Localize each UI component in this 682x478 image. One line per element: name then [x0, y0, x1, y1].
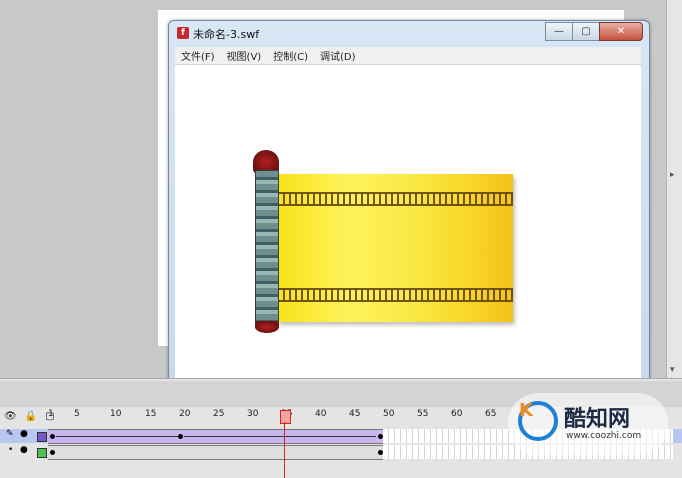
playhead-line: [284, 422, 285, 478]
frame-number: 25: [213, 409, 225, 419]
flash-player-icon: f: [177, 27, 189, 39]
scroll-down-icon[interactable]: ▾: [670, 365, 675, 375]
menu-view[interactable]: 视图(V): [227, 48, 262, 63]
meander-border-bottom: [277, 288, 513, 302]
scroll-arrow-icon[interactable]: ▸: [670, 170, 675, 180]
keyframe[interactable]: [50, 434, 55, 439]
frame-number: 65: [485, 409, 497, 419]
scroll-paper-graphic: [277, 174, 513, 322]
layer-color-chip[interactable]: [37, 432, 47, 442]
keyframe[interactable]: [50, 450, 55, 455]
menu-debug[interactable]: 调试(D): [320, 48, 356, 63]
keyframe[interactable]: [178, 434, 183, 439]
lock-toggle-icon[interactable]: ●: [20, 429, 28, 439]
motion-tween: [184, 436, 376, 437]
scroll-rod-cap-bottom: [255, 321, 279, 333]
frame-number: 60: [451, 409, 463, 419]
meander-border-top: [277, 192, 513, 206]
logo-letter: K: [519, 400, 533, 421]
swf-content: [175, 65, 641, 399]
layer-header: ✎ ●: [0, 429, 48, 443]
layer-frames[interactable]: [48, 429, 383, 444]
frame-number: 20: [179, 409, 191, 419]
scroll-rod: [255, 170, 279, 328]
frame-number: 1: [48, 409, 54, 419]
maximize-button[interactable]: ▢: [572, 22, 600, 41]
frame-number: 10: [110, 409, 122, 419]
watermark-brand: 酷知网: [564, 407, 631, 432]
menu-bar: 文件(F) 视图(V) 控制(C) 调试(D): [175, 47, 641, 65]
layer-frames[interactable]: [48, 445, 383, 460]
layer-header: • ●: [0, 445, 48, 459]
swf-player-window: f 未命名-3.swf — ▢ ✕ 文件(F) 视图(V) 控制(C) 调试(D…: [168, 20, 650, 407]
pencil-icon: ✎: [6, 429, 14, 439]
window-title: 未命名-3.swf: [193, 28, 260, 41]
eye-icon[interactable]: 👁: [4, 411, 17, 422]
lock-icon[interactable]: 🔒: [25, 411, 37, 422]
playhead[interactable]: [280, 410, 291, 424]
lock-toggle-icon[interactable]: ●: [20, 445, 28, 455]
frame-number: 50: [383, 409, 395, 419]
motion-tween: [56, 436, 178, 437]
frame-number: 15: [145, 409, 157, 419]
frame-number: 5: [74, 409, 80, 419]
layer-color-chip[interactable]: [37, 448, 47, 458]
frame-number: 40: [315, 409, 327, 419]
frame-number: 30: [247, 409, 259, 419]
frame-number: 55: [417, 409, 429, 419]
frame-number: 45: [349, 409, 361, 419]
menu-file[interactable]: 文件(F): [181, 48, 215, 63]
minimize-button[interactable]: —: [545, 22, 573, 41]
watermark: K 酷知网 www.coozhi.com: [508, 393, 668, 455]
window-controls: — ▢ ✕: [545, 22, 643, 41]
visibility-dot-icon[interactable]: •: [8, 445, 13, 455]
watermark-url: www.coozhi.com: [566, 431, 642, 441]
vertical-scrollbar[interactable]: ▸ ▾: [666, 0, 682, 378]
close-button[interactable]: ✕: [599, 22, 643, 41]
menu-control[interactable]: 控制(C): [273, 48, 308, 63]
